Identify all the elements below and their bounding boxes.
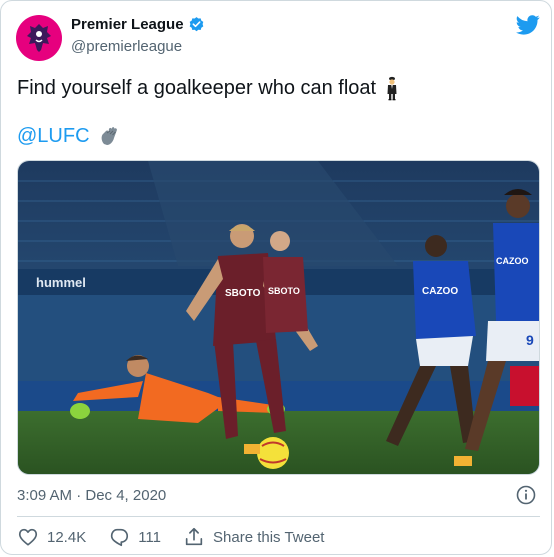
player-number-text: 9	[526, 332, 534, 348]
football-ball	[257, 437, 289, 469]
divider	[17, 516, 540, 517]
account-name-row[interactable]: Premier League	[71, 16, 205, 33]
avatar[interactable]	[16, 15, 62, 61]
share-icon	[185, 527, 203, 546]
share-button[interactable]: Share this Tweet	[183, 526, 324, 548]
tweet-text-row: Find yourself a goalkeeper who can float	[17, 75, 400, 101]
waving-hand-icon	[101, 127, 117, 145]
leeds-sponsor-text-2: SBOTO	[268, 286, 300, 296]
tweet-actions-bar: 12.4K 111 Share this Tweet	[17, 525, 346, 549]
mention-link[interactable]: @LUFC	[17, 125, 90, 148]
like-button[interactable]: 12.4K	[17, 526, 86, 548]
tweet-timestamp[interactable]: 3:09 AM · Dec 4, 2020	[17, 487, 166, 504]
reply-button[interactable]: 111	[108, 526, 161, 548]
heart-icon	[18, 528, 38, 546]
account-name[interactable]: Premier League	[71, 16, 184, 33]
pitch-ad-text: hummel	[36, 275, 86, 290]
mention-row: @LUFC	[17, 124, 122, 148]
man-in-business-suit-levitating-icon	[387, 76, 397, 101]
everton-sponsor-text: CAZOO	[422, 286, 458, 297]
tweet-photo[interactable]: hummel SBOTO SBOTO CAZOO CAZOO 9	[17, 160, 540, 475]
football-match-photo: hummel SBOTO SBOTO CAZOO CAZOO 9	[18, 161, 539, 474]
reply-count: 111	[138, 528, 162, 546]
tweet-card: Premier League @premierleague Find yours…	[0, 0, 552, 555]
reply-bubble-icon	[111, 528, 129, 547]
account-handle[interactable]: @premierleague	[71, 38, 182, 55]
verified-badge-icon	[189, 17, 203, 32]
leeds-sponsor-text: SBOTO	[225, 288, 261, 299]
share-label: Share this Tweet	[213, 528, 325, 546]
everton-sponsor-text-2: CAZOO	[496, 256, 529, 266]
info-icon[interactable]	[516, 485, 536, 505]
tweet-text: Find yourself a goalkeeper who can float	[17, 76, 377, 99]
premier-league-lion-icon	[27, 24, 51, 52]
twitter-bird-icon[interactable]	[516, 15, 540, 35]
like-count: 12.4K	[47, 528, 87, 546]
